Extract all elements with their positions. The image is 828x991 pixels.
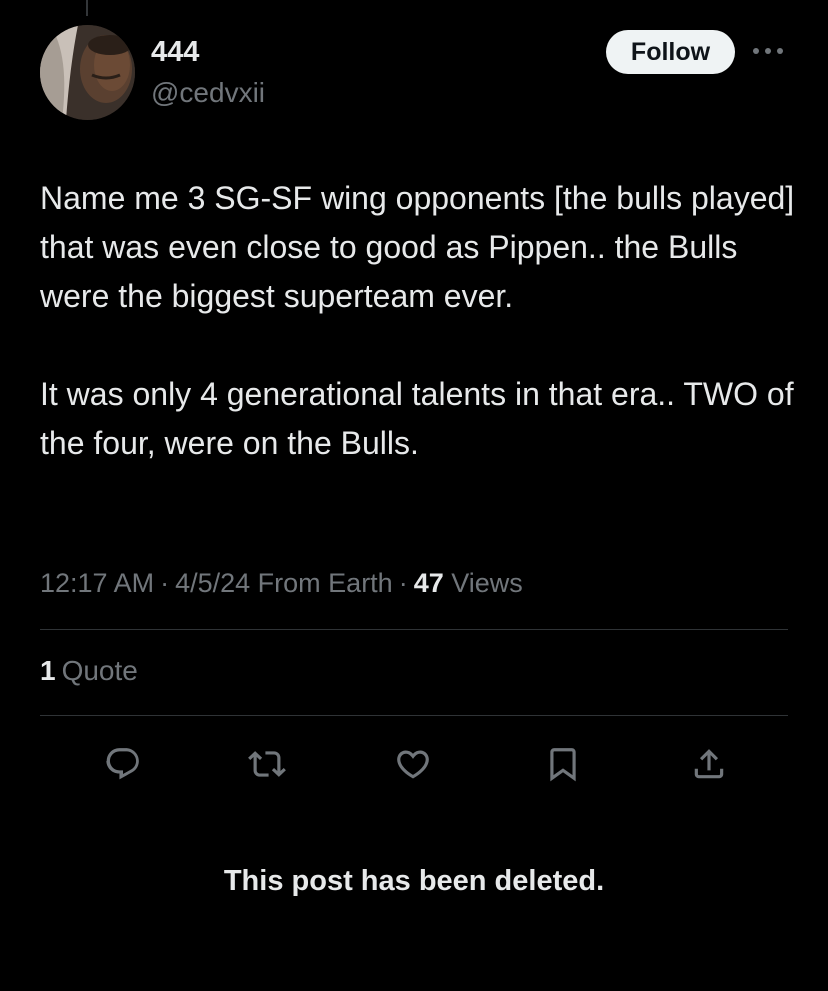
deleted-post-notice: This post has been deleted. — [223, 865, 605, 897]
post-location: From Earth — [257, 568, 393, 598]
bookmark-icon — [550, 748, 576, 782]
post-paragraph: It was only 4 generational talents in th… — [40, 376, 794, 461]
avatar[interactable] — [40, 25, 135, 120]
post-body: Name me 3 SG-SF wing opponents [the bull… — [40, 174, 800, 468]
repost-button[interactable] — [246, 743, 288, 785]
share-icon — [694, 749, 724, 779]
follow-button[interactable]: Follow — [606, 30, 735, 74]
like-icon — [397, 750, 429, 779]
quotes-link[interactable]: 1 Quote — [40, 653, 138, 689]
like-button[interactable] — [392, 743, 434, 785]
repost-icon — [248, 751, 286, 777]
divider — [40, 629, 788, 630]
more-options-button[interactable] — [748, 36, 788, 66]
reply-button[interactable] — [102, 743, 144, 785]
bookmark-button[interactable] — [542, 743, 584, 785]
author-display-name[interactable]: 444 — [151, 35, 199, 69]
views-count: 47 — [413, 568, 444, 598]
meta-separator: · — [160, 568, 170, 598]
thread-connector-line — [86, 0, 88, 16]
meta-separator: · — [398, 568, 408, 598]
post-paragraph: Name me 3 SG-SF wing opponents [the bull… — [40, 180, 795, 314]
divider — [40, 715, 788, 716]
post-time[interactable]: 12:17 AM — [40, 568, 154, 598]
reply-icon — [106, 748, 139, 780]
share-button[interactable] — [688, 743, 730, 785]
quote-count: 1 — [40, 655, 56, 686]
author-handle[interactable]: @cedvxii — [151, 76, 265, 110]
ellipsis-icon — [753, 48, 783, 54]
post-metadata: 12:17 AM · 4/5/24 From Earth · 47 Views — [40, 565, 523, 601]
avatar-photo — [40, 25, 135, 120]
quote-label: Quote — [61, 655, 138, 686]
post-date[interactable]: 4/5/24 — [175, 568, 250, 598]
views-label: Views — [451, 568, 523, 598]
